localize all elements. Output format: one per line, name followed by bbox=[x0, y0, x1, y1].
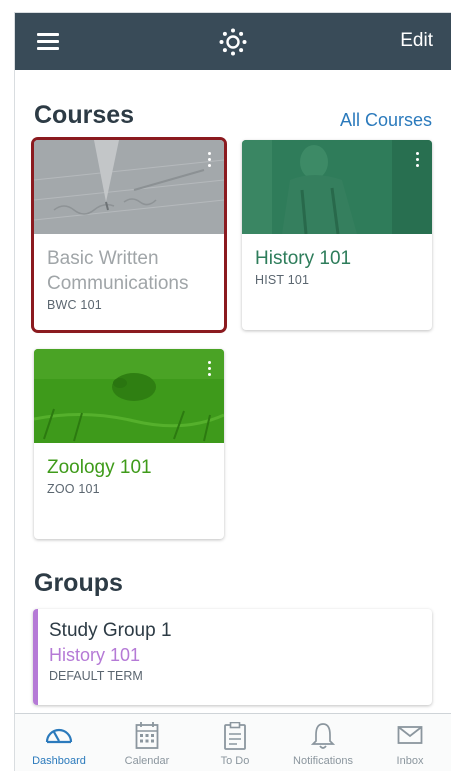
bell-icon bbox=[311, 723, 335, 749]
bottom-tab-bar: Dashboard Calendar To Do Notifications I… bbox=[15, 713, 451, 771]
course-code: ZOO 101 bbox=[47, 482, 100, 496]
envelope-icon bbox=[397, 726, 423, 744]
course-card-zoology[interactable]: Zoology 101 ZOO 101 bbox=[34, 349, 224, 539]
group-course: History 101 bbox=[49, 645, 141, 665]
course-code: BWC 101 bbox=[47, 298, 102, 312]
top-navbar: Edit bbox=[15, 13, 451, 70]
courses-heading: Courses bbox=[34, 101, 135, 129]
course-code: HIST 101 bbox=[255, 273, 310, 287]
tab-inbox[interactable]: Inbox bbox=[367, 714, 451, 771]
pen-writing-image bbox=[34, 140, 224, 234]
course-options-icon[interactable] bbox=[202, 359, 216, 379]
calendar-icon bbox=[135, 722, 159, 749]
group-name: Study Group 1 bbox=[49, 620, 172, 641]
course-card-image bbox=[34, 349, 224, 443]
all-courses-link[interactable]: All Courses bbox=[340, 110, 432, 131]
tab-todo[interactable]: To Do bbox=[191, 714, 279, 771]
group-color-bar bbox=[33, 609, 38, 705]
course-options-icon[interactable] bbox=[202, 150, 216, 170]
hamburger-menu-icon[interactable] bbox=[37, 33, 59, 51]
edit-button[interactable]: Edit bbox=[400, 30, 433, 52]
dashboard-icon bbox=[45, 728, 73, 744]
group-term: DEFAULT TERM bbox=[49, 669, 143, 683]
tab-label: Calendar bbox=[124, 755, 170, 767]
tab-label: To Do bbox=[220, 755, 250, 767]
canvas-logo-icon bbox=[219, 28, 247, 56]
statue-image bbox=[242, 140, 432, 234]
course-name: Basic Written Communications bbox=[47, 248, 189, 294]
course-card-image bbox=[242, 140, 432, 234]
tab-label: Notifications bbox=[293, 755, 353, 767]
tab-notifications[interactable]: Notifications bbox=[279, 714, 367, 771]
group-card[interactable]: Study Group 1 History 101 DEFAULT TERM bbox=[33, 609, 432, 705]
groups-heading: Groups bbox=[34, 569, 123, 597]
course-name: Zoology 101 bbox=[47, 457, 152, 478]
tab-label: Inbox bbox=[396, 755, 424, 767]
tab-label: Dashboard bbox=[32, 755, 86, 767]
course-card-bwc[interactable]: Basic Written Communications BWC 101 bbox=[34, 140, 224, 330]
course-name: History 101 bbox=[255, 248, 352, 269]
tab-calendar[interactable]: Calendar bbox=[103, 714, 191, 771]
clipboard-icon bbox=[224, 722, 246, 750]
animal-in-grass-image bbox=[34, 349, 224, 443]
course-options-icon[interactable] bbox=[410, 150, 424, 170]
tab-dashboard[interactable]: Dashboard bbox=[15, 714, 103, 771]
app-screen: Edit Courses All Courses Basic Written C… bbox=[14, 12, 451, 771]
course-card-history[interactable]: History 101 HIST 101 bbox=[242, 140, 432, 330]
course-card-image bbox=[34, 140, 224, 234]
